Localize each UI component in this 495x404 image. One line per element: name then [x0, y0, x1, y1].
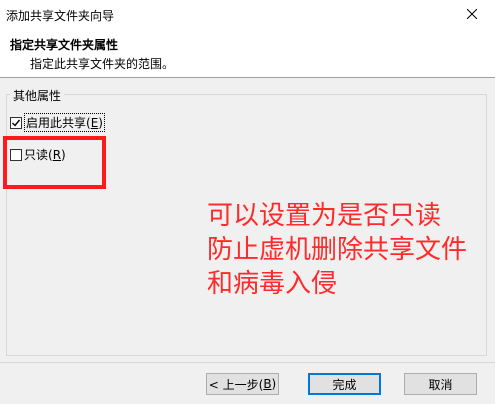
cancel-button[interactable]: 取消	[404, 373, 477, 395]
window-title: 添加共享文件夹向导	[6, 9, 115, 23]
annotation-text: 可以设置为是否只读 防止虚机删除共享文件 和病毒入侵	[207, 201, 468, 299]
wizard-header: 指定共享文件夹属性 指定此共享文件夹的范围。	[0, 28, 495, 78]
enable-share-label: 启用此共享(E)	[24, 113, 105, 132]
group-label: 其他属性	[10, 87, 65, 104]
footer-divider	[0, 362, 495, 363]
page-subtitle: 指定此共享文件夹的范围。	[30, 57, 175, 71]
checkbox-checked[interactable]	[10, 116, 22, 129]
finish-button[interactable]: 完成	[308, 373, 381, 395]
page-title: 指定共享文件夹属性	[10, 38, 119, 52]
title-bar: 添加共享文件夹向导	[0, 0, 495, 28]
close-button[interactable]	[449, 0, 495, 28]
highlight-annotation-box	[3, 136, 106, 189]
enable-share-checkbox[interactable]: 启用此共享(E)	[10, 113, 105, 132]
close-icon	[467, 9, 477, 19]
checkmark-icon	[12, 119, 21, 127]
back-button[interactable]: < 上一步(B)	[206, 373, 279, 395]
